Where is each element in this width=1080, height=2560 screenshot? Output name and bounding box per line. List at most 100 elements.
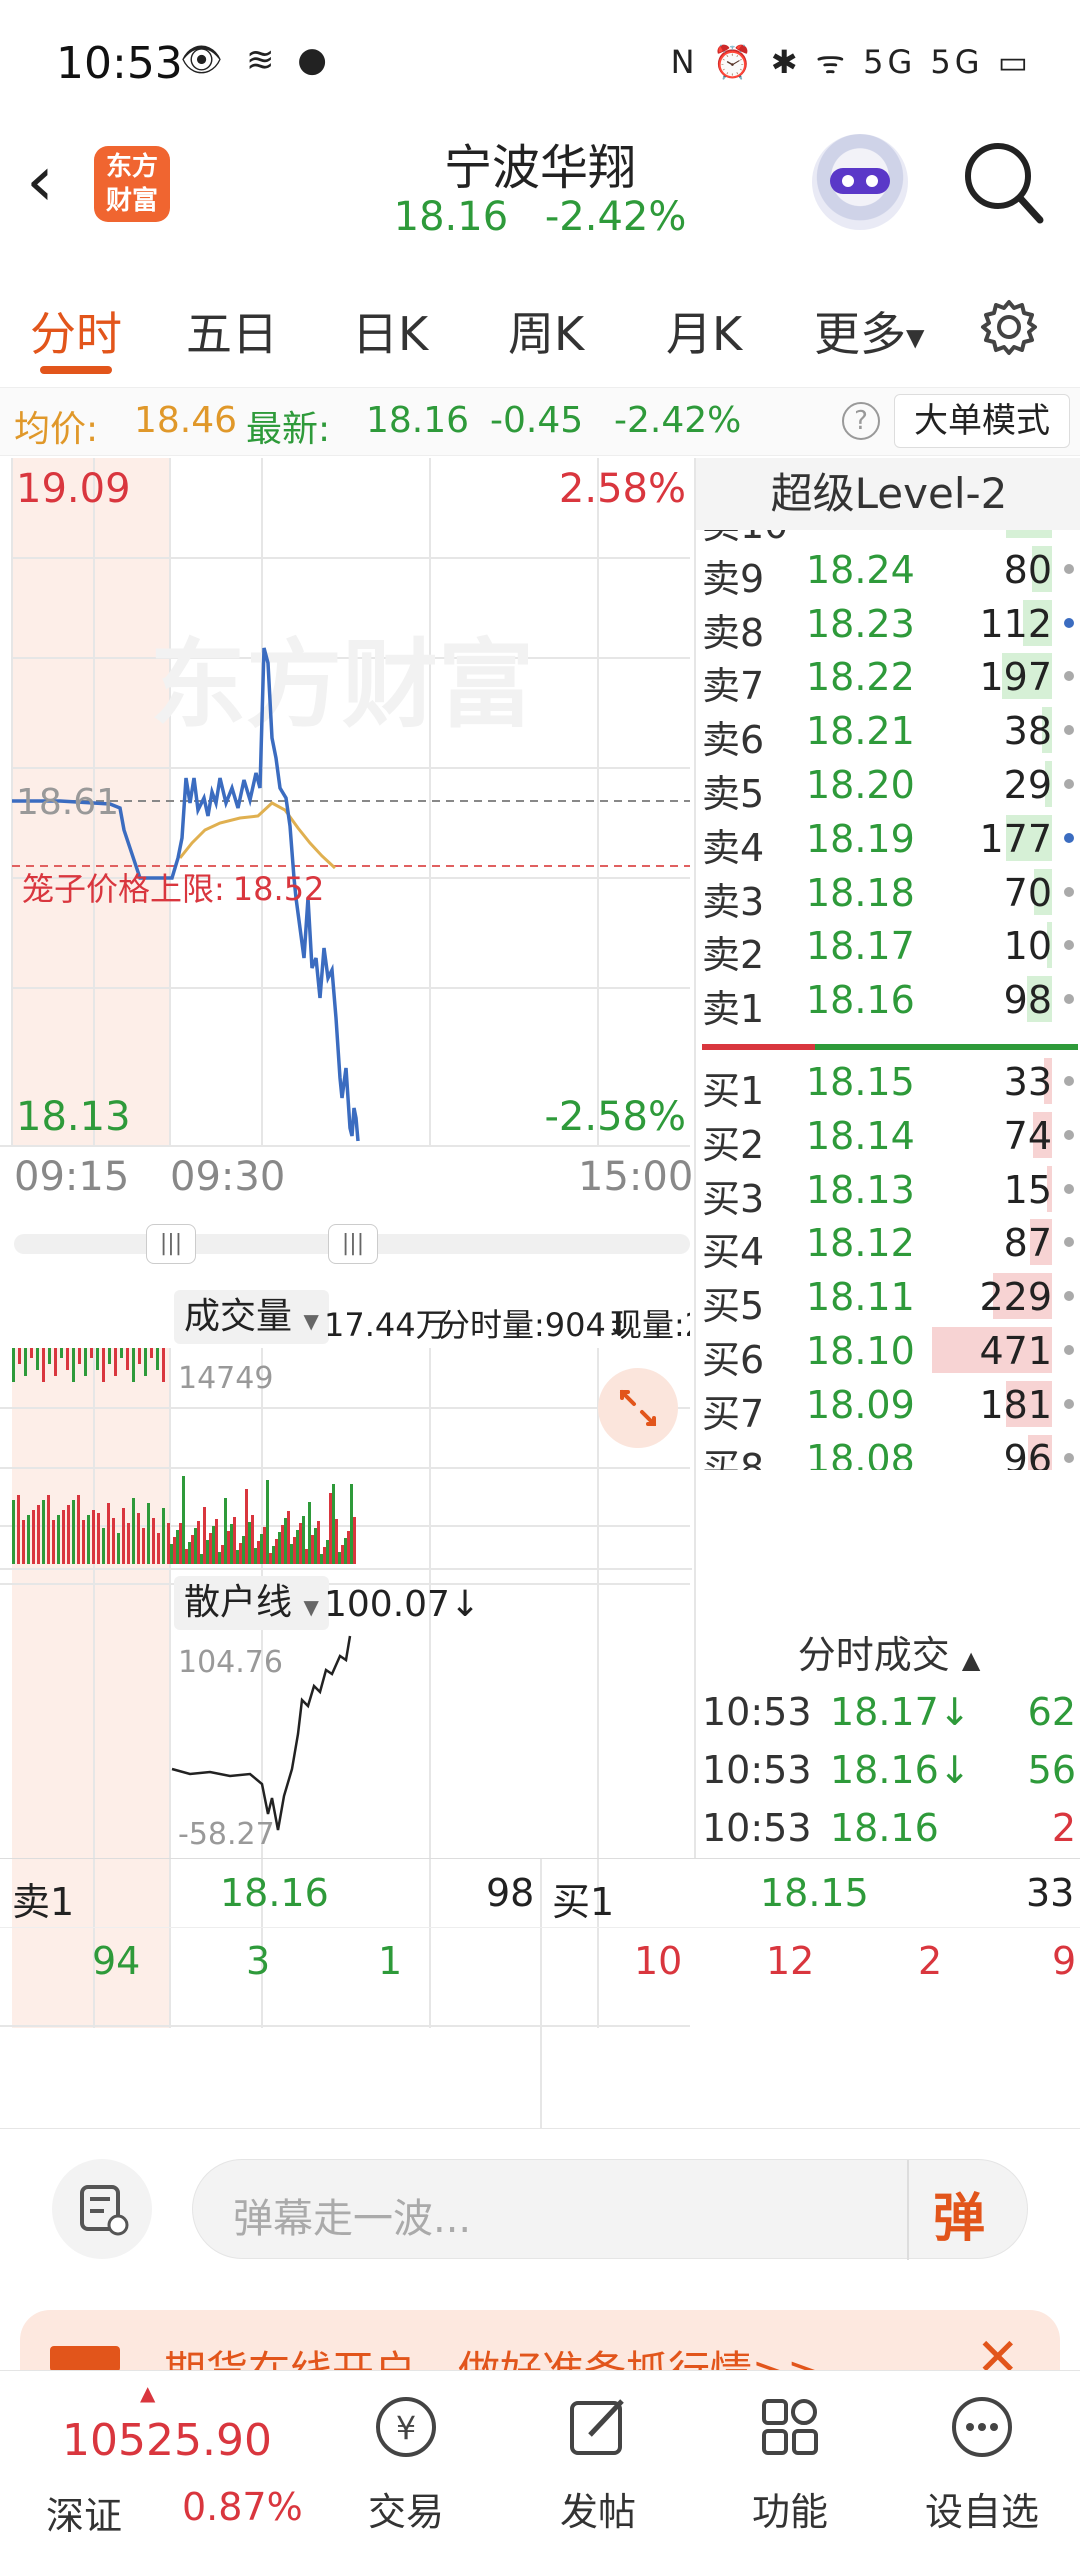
- nav-add-watchlist[interactable]: 设自选: [892, 2371, 1072, 2560]
- sell1-price: 18.16: [220, 1871, 329, 1915]
- price-chart[interactable]: 东方财富 19.09 2.58% 18.61 笼子价格上限: 18.52 18.1…: [0, 458, 692, 1148]
- index-ticker[interactable]: 10525.90 ▲ 深证 0.87%: [0, 2371, 330, 2560]
- caret-down-icon: ▼: [906, 323, 925, 352]
- ask-row[interactable]: 卖4 18.19 177: [696, 811, 1080, 870]
- bid-label: 买7: [702, 1391, 765, 1436]
- trades-title[interactable]: 分时成交 ▲: [696, 1624, 1080, 1679]
- bid-row[interactable]: 买1 18.15 33: [696, 1054, 1080, 1113]
- ask-row[interactable]: 卖3 18.18 70: [696, 865, 1080, 924]
- nav-trade[interactable]: ¥ 交易: [316, 2371, 496, 2560]
- tab-week-k[interactable]: 周K: [508, 298, 584, 364]
- ask-row[interactable]: 卖7 18.22 197: [696, 649, 1080, 708]
- ask-row[interactable]: 卖5 18.20 29: [696, 757, 1080, 816]
- ask-price: 18.20: [806, 763, 915, 807]
- status-right-icons: N ⏰ ✱ ᯤ 5G 5G ▭: [670, 43, 1032, 81]
- slider-handle-left[interactable]: |||: [146, 1224, 196, 1264]
- intraday-chart-area[interactable]: 东方财富 19.09 2.58% 18.61 笼子价格上限: 18.52 18.1…: [0, 458, 693, 2028]
- bid-row[interactable]: 买7 18.09 181: [696, 1377, 1080, 1436]
- search-icon[interactable]: [960, 138, 1046, 228]
- volume-bar: [311, 1535, 314, 1564]
- x-label-open-auction: 09:15: [14, 1154, 130, 1200]
- avg-label: 均价:: [14, 409, 99, 450]
- volume-bar: [281, 1525, 284, 1564]
- tab-more[interactable]: 更多▼: [814, 298, 924, 364]
- auction-volume-bar: [108, 1348, 111, 1364]
- volume-bar: [32, 1510, 35, 1564]
- order-dot-icon: [1064, 779, 1074, 789]
- bid-price: 18.13: [806, 1167, 915, 1212]
- danmu-send-button[interactable]: 弹: [933, 2176, 985, 2251]
- volume-bar: [335, 1519, 338, 1564]
- auction-volume-bar: [84, 1348, 87, 1376]
- latest-value: 18.16: [366, 400, 470, 441]
- slider-handle-right[interactable]: |||: [328, 1224, 378, 1264]
- tab-five-day[interactable]: 五日: [186, 298, 278, 364]
- bid-row[interactable]: 买2 18.14 74: [696, 1108, 1080, 1167]
- latest-change-pct: -2.42%: [614, 400, 742, 441]
- ask-row[interactable]: 卖8 18.23 112: [696, 596, 1080, 655]
- ask-row[interactable]: 卖1018.25182: [696, 530, 1080, 547]
- auction-volume-bar: [114, 1348, 117, 1376]
- help-icon[interactable]: ?: [842, 402, 880, 440]
- volume-max-label: 14749: [178, 1361, 273, 1396]
- auction-volume-bar: [150, 1348, 153, 1358]
- order-dot-icon: [1064, 1237, 1074, 1248]
- nav-function[interactable]: 功能: [700, 2371, 880, 2560]
- volume-bar: [188, 1542, 191, 1564]
- level2-title[interactable]: 超级Level-2: [696, 458, 1080, 530]
- ask-label: 卖1: [702, 987, 765, 1032]
- assistant-robot-icon[interactable]: [812, 134, 908, 230]
- megaphone-icon: [50, 2346, 120, 2372]
- ask-volume: 70: [1003, 870, 1052, 915]
- volume-bar: [203, 1507, 206, 1564]
- trades-title-label: 分时成交: [797, 1633, 950, 1677]
- volume-bar: [52, 1520, 55, 1564]
- buy1-order-0: 10: [634, 1939, 683, 1983]
- danmu-input[interactable]: 弹幕走一波... 弹: [192, 2159, 1028, 2260]
- bid-row[interactable]: 买6 18.10 471: [696, 1323, 1080, 1382]
- volume-total: 17.44万: [324, 1306, 448, 1344]
- tab-fenshi[interactable]: 分时: [30, 298, 122, 364]
- ask-row[interactable]: 卖6 18.21 38: [696, 703, 1080, 762]
- volume-bar: [266, 1480, 269, 1564]
- auction-volume-bar: [132, 1348, 135, 1382]
- bid-label: 买3: [702, 1176, 765, 1221]
- ask-price: 18.24: [806, 547, 915, 592]
- ask-row[interactable]: 卖2 18.17 10: [696, 918, 1080, 977]
- settings-gear-icon[interactable]: [980, 298, 1038, 356]
- volume-bar: [167, 1523, 170, 1564]
- bid-label: 买6: [702, 1338, 765, 1382]
- tab-month-k[interactable]: 月K: [666, 298, 742, 364]
- order-dot-icon: [1064, 617, 1074, 628]
- retail-max-label: 104.76: [178, 1645, 283, 1680]
- expand-icon[interactable]: [598, 1368, 678, 1448]
- volume-bar: [157, 1533, 160, 1564]
- bid-row[interactable]: 买5 18.11 229: [696, 1269, 1080, 1328]
- tab-day-k[interactable]: 日K: [352, 298, 428, 364]
- auction-volume-bar: [138, 1348, 141, 1364]
- volume-bar: [299, 1523, 302, 1564]
- order-dot-icon: [1064, 886, 1074, 897]
- index-value: 10525.90: [62, 2415, 272, 2466]
- trade-volume: 56: [1027, 1748, 1076, 1792]
- volume-bar: [179, 1523, 182, 1564]
- bid-row[interactable]: 买8 18.08 96: [696, 1431, 1080, 1470]
- note-icon[interactable]: [52, 2159, 152, 2259]
- ask-row[interactable]: 卖9 18.24 80: [696, 542, 1080, 601]
- volume-bar: [269, 1553, 272, 1564]
- retail-line-chart[interactable]: 104.76 -58.27: [0, 1634, 692, 1858]
- big-order-mode-button[interactable]: 大单模式: [894, 394, 1070, 448]
- retail-indicator-selector[interactable]: 散户线 ▼: [174, 1576, 329, 1630]
- volume-bar: [263, 1527, 266, 1564]
- volume-bar: [326, 1540, 329, 1564]
- order-dot-icon: [1064, 1398, 1074, 1409]
- volume-bar: [97, 1513, 100, 1564]
- bid-row[interactable]: 买4 18.12 87: [696, 1215, 1080, 1274]
- status-left-icons: 👁 ≋ ●: [180, 40, 333, 80]
- volume-indicator-selector[interactable]: 成交量 ▼: [174, 1290, 329, 1344]
- volume-bar: [275, 1539, 278, 1564]
- bid-row[interactable]: 买3 18.13 15: [696, 1162, 1080, 1221]
- order-book[interactable]: 卖1018.25182卖918.2480卖818.23112卖718.22197…: [696, 530, 1080, 1470]
- nav-post[interactable]: 发帖: [508, 2371, 688, 2560]
- ask-row[interactable]: 卖1 18.16 98: [696, 972, 1080, 1031]
